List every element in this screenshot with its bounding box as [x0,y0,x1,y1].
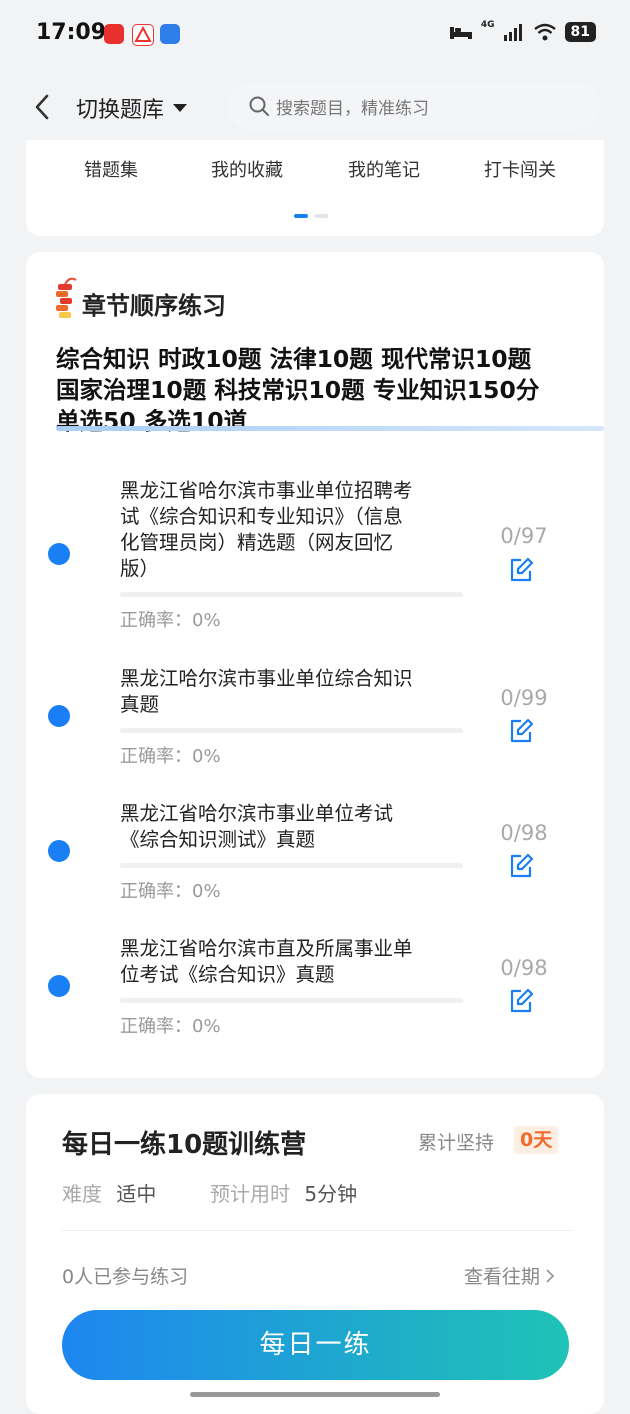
participants-count: 0人已参与练习 [62,1266,189,1288]
chapter-title-line: 黑龙江省哈尔滨市事业单位考试 [120,802,394,825]
streak-label: 累计坚持 [418,1132,495,1154]
description-underline [56,426,604,431]
chapter-title[interactable]: 黑龙江省哈尔滨市事业单位招聘考 试《综合知识和专业知识》（信息 化管理员岗）精选… [120,478,468,582]
caret-down-icon [173,104,188,112]
difficulty-label: 难度 [62,1182,102,1206]
quick-nav-card [26,140,604,236]
chapter-bullet [48,543,70,565]
section-title: 章节顺序练习 [82,292,226,320]
accuracy-value: 0% [192,1016,221,1037]
edit-icon[interactable] [507,852,535,880]
difficulty-info: 难度 适中 [62,1178,156,1207]
edit-icon[interactable] [507,987,535,1015]
status-indicators: 4G 81 [449,20,596,42]
question-count: 0/98 [500,956,548,980]
description-line: 综合知识 时政10题 法律10题 现代常识10题 [56,345,532,373]
accuracy-value: 0% [192,610,221,631]
app-icon-blue [160,24,180,44]
chapter-bullet [48,840,70,862]
accuracy-text: 正确率：0% [120,742,221,768]
chevron-right-icon [546,1268,555,1283]
accuracy-value: 0% [192,881,221,902]
time-value: 5分钟 [304,1182,358,1206]
chapter-title-line: 真题 [120,693,160,716]
chapter-title-line: 黑龙江省哈尔滨市直及所属事业单 [120,937,413,960]
accuracy-value: 0% [192,746,221,767]
chapter-title-line: 黑龙江哈尔滨市事业单位综合知识 [120,667,413,690]
difficulty-value: 适中 [116,1182,157,1206]
history-link[interactable]: 查看往期 [464,1262,556,1289]
chapter-title[interactable]: 黑龙江哈尔滨市事业单位综合知识 真题 [120,666,468,718]
signal-icon [503,24,522,41]
home-indicator[interactable] [190,1392,440,1397]
progress-bar [120,728,463,733]
firecracker-icon [52,276,78,322]
chapter-title-line: 《综合知识测试》真题 [120,828,316,851]
progress-bar [120,592,463,597]
accuracy-text: 正确率：0% [120,606,221,632]
page-dot [314,214,328,218]
description-line: 国家治理10题 科技常识10题 专业知识150分 [56,376,540,404]
status-time: 17:09 [36,20,107,45]
nav-checkin[interactable]: 打卡闯关 [455,156,585,182]
progress-bar [120,863,463,868]
accuracy-label: 正确率： [120,746,192,767]
chapter-bullet [48,975,70,997]
bank-description: 综合知识 时政10题 法律10题 现代常识10题 国家治理10题 科技常识10题… [56,344,606,437]
app-icon-triangle [132,24,154,46]
chapter-bullet [48,705,70,727]
page-indicator [294,214,328,218]
edit-icon[interactable] [507,717,535,745]
daily-practice-button[interactable]: 每日一练 [62,1310,569,1380]
question-count: 0/97 [500,524,548,548]
nav-favorites[interactable]: 我的收藏 [182,156,312,182]
bank-switcher[interactable]: 切换题库 [76,92,188,124]
nav-wrong-questions[interactable]: 错题集 [46,156,176,182]
progress-bar [120,998,463,1003]
nav-notes[interactable]: 我的笔记 [319,156,449,182]
question-count: 0/98 [500,821,548,845]
app-icon-red [104,24,124,44]
search-icon [249,96,269,116]
network-label: 4G [480,20,495,30]
time-label: 预计用时 [210,1182,290,1206]
search-placeholder: 搜索题目，精准练习 [276,98,429,119]
accuracy-label: 正确率： [120,881,192,902]
chevron-left-icon [35,94,49,120]
accuracy-text: 正确率：0% [120,1012,221,1038]
back-button[interactable] [28,92,58,122]
streak-badge: 0天 [514,1126,559,1154]
chapter-title-line: 试《综合知识和专业知识》（信息 [120,505,403,528]
chapter-title-line: 位考试《综合知识》真题 [120,963,335,986]
edit-icon[interactable] [507,556,535,584]
question-count: 0/99 [500,686,548,710]
chapter-title[interactable]: 黑龙江省哈尔滨市事业单位考试 《综合知识测试》真题 [120,801,468,853]
chapter-title-line: 黑龙江省哈尔滨市事业单位招聘考 [120,479,413,502]
divider [62,1230,572,1231]
time-info: 预计用时 5分钟 [210,1178,357,1207]
history-link-label: 查看往期 [464,1266,541,1288]
training-title: 每日一练10题训练营 [62,1130,307,1160]
page-dot-active [294,214,308,218]
chapter-title-line: 版） [120,557,160,580]
accuracy-label: 正确率： [120,1016,192,1037]
chapter-title[interactable]: 黑龙江省哈尔滨市直及所属事业单 位考试《综合知识》真题 [120,936,468,988]
page-title: 切换题库 [76,98,165,123]
accuracy-label: 正确率： [120,610,192,631]
chapter-title-line: 化管理员岗）精选题（网友回忆 [120,531,394,554]
bed-icon [449,27,472,39]
battery-level: 81 [564,22,596,42]
description-line: 单选50 多选10道 [56,407,248,435]
wifi-icon [533,23,556,41]
accuracy-text: 正确率：0% [120,877,221,903]
search-input[interactable]: 搜索题目，精准练习 [228,82,600,130]
